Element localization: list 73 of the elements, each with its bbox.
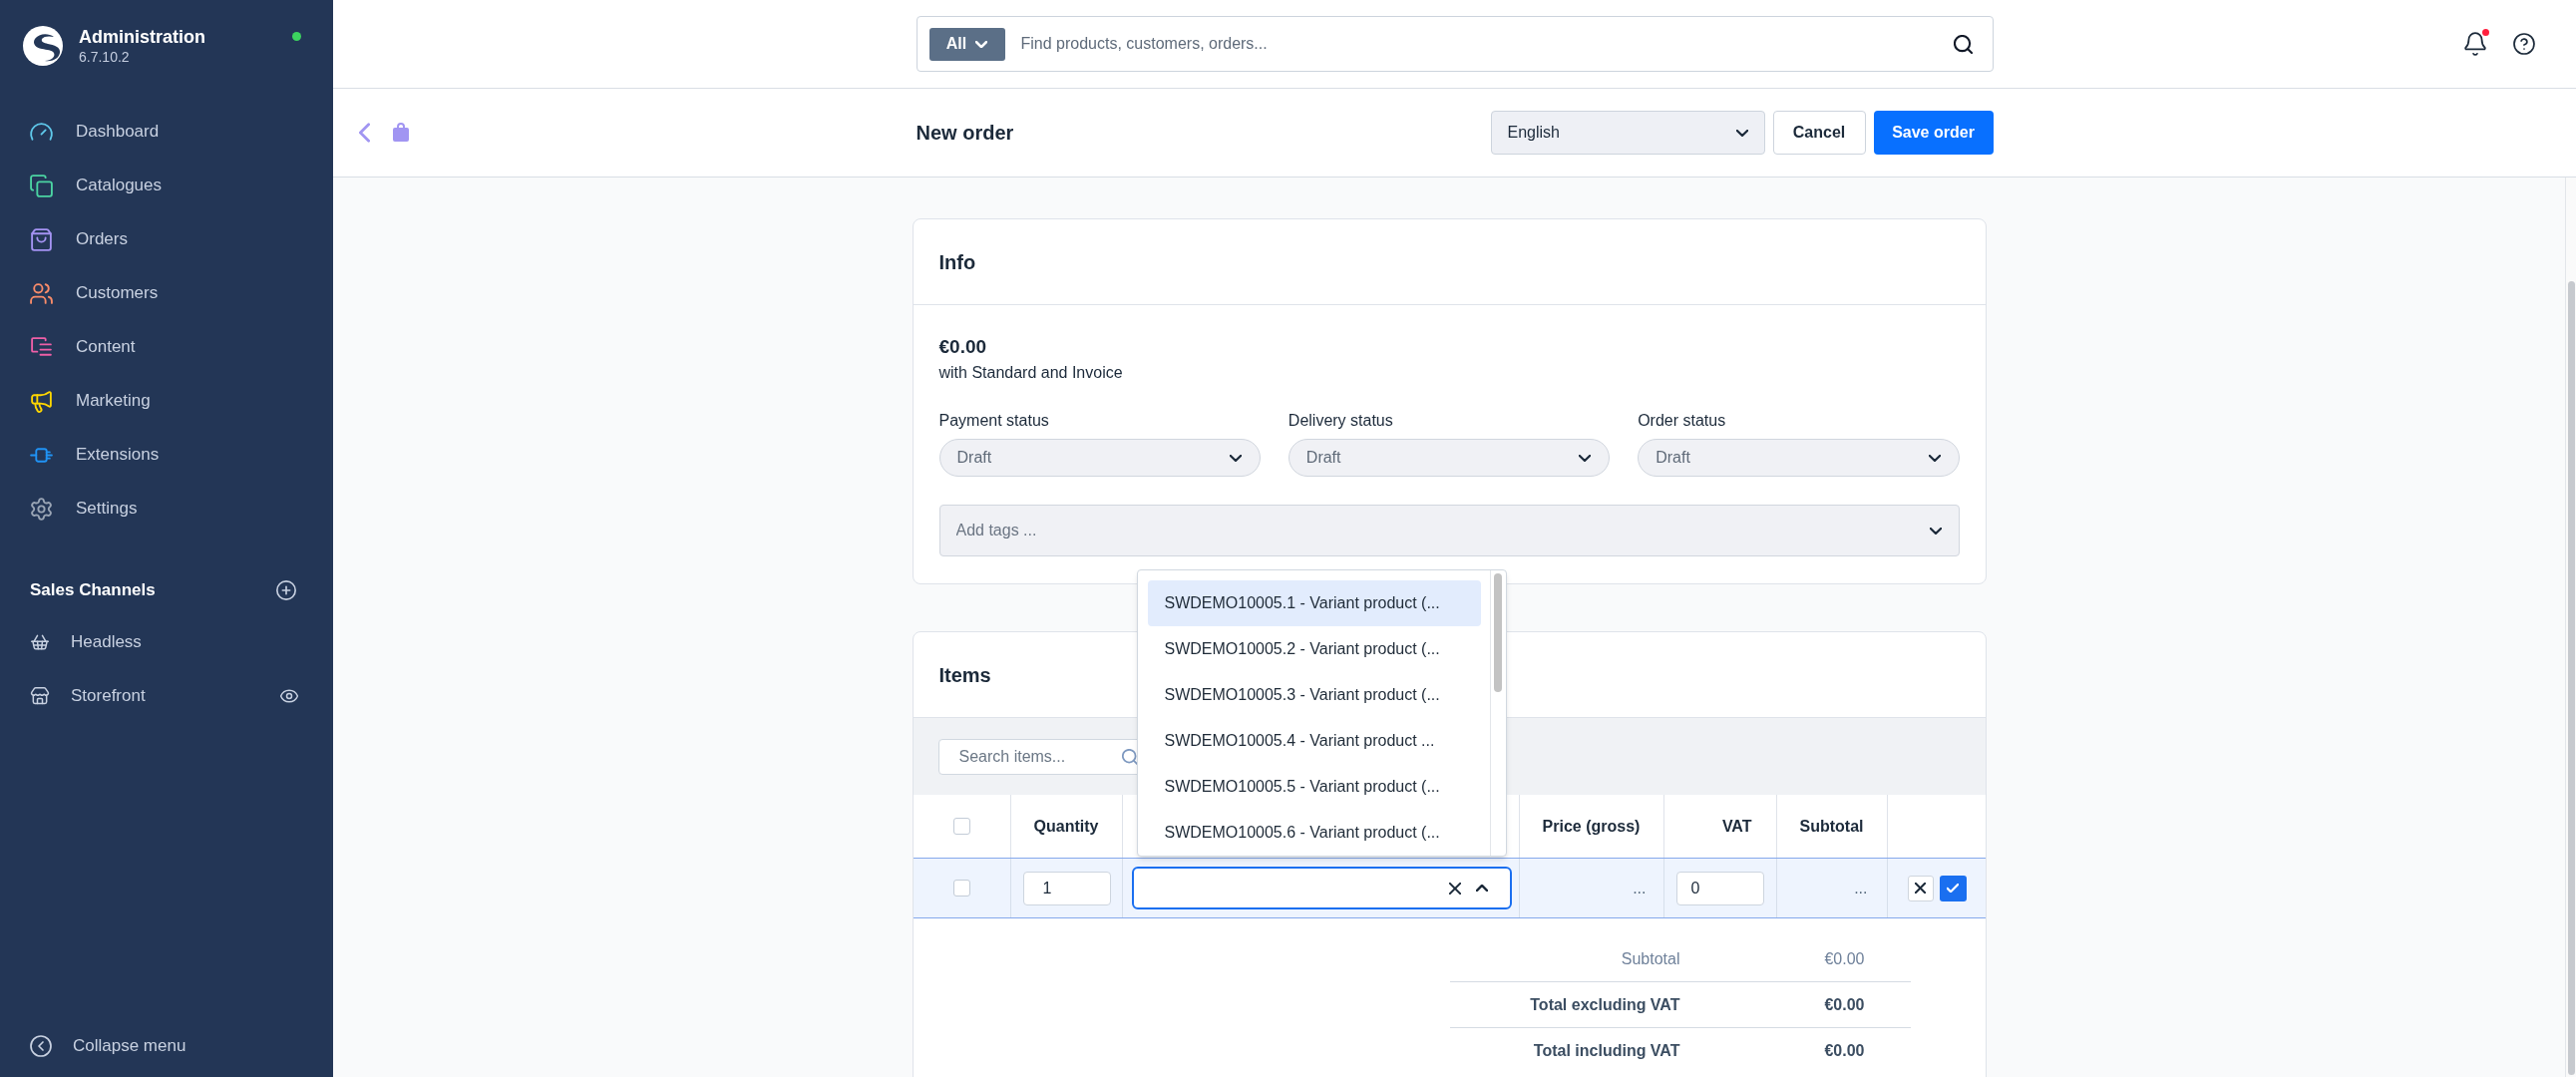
app-title: Administration <box>79 26 205 48</box>
channel-item[interactable]: Storefront <box>0 669 333 723</box>
nav-item[interactable]: Customers <box>0 266 333 320</box>
order-summary: with Standard and Invoice <box>938 363 1123 383</box>
x-icon[interactable] <box>1448 882 1461 895</box>
vat-field[interactable]: 0 <box>1675 871 1764 905</box>
store-icon <box>30 686 50 706</box>
card-title: Items <box>938 662 991 688</box>
search-input[interactable]: Find products, customers, orders... <box>1020 24 1942 64</box>
check-icon <box>1947 884 1959 893</box>
summary-label: Total including VAT <box>1533 1041 1680 1061</box>
field-label: Order status <box>1638 411 1726 431</box>
eye-icon[interactable] <box>279 686 299 706</box>
section-heading: Sales Channels <box>30 579 156 602</box>
scrollbar-thumb[interactable] <box>2567 281 2575 1075</box>
price-value: ... <box>1633 878 1647 898</box>
discard-button[interactable] <box>1907 875 1934 901</box>
cancel-button[interactable]: Cancel <box>1772 111 1866 155</box>
summary-value: €0.00 <box>1824 1041 1865 1061</box>
nav-item[interactable]: Catalogues <box>0 159 333 212</box>
summary-label: Subtotal <box>1621 948 1680 969</box>
confirm-button[interactable] <box>1939 875 1967 901</box>
nav-item[interactable]: Dashboard <box>0 105 333 159</box>
summary-label: Total excluding VAT <box>1530 994 1680 1015</box>
dropdown-option[interactable]: SWDEMO10005.1 - Variant product (... <box>1147 580 1481 626</box>
bell-icon[interactable] <box>2464 32 2486 56</box>
nav-item[interactable]: Marketing <box>0 374 333 428</box>
subtotal-value: ... <box>1854 878 1868 898</box>
summary-value: €0.00 <box>1824 948 1865 969</box>
chevron-down-icon <box>1735 129 1748 137</box>
back-icon[interactable] <box>359 123 370 143</box>
chevron-down-icon <box>1229 454 1242 462</box>
x-icon <box>1915 883 1926 894</box>
scope-button[interactable]: All <box>928 27 1005 61</box>
chevron-down-icon <box>975 40 988 48</box>
chevron-down-icon <box>1579 454 1592 462</box>
nav-item[interactable]: Extensions <box>0 428 333 482</box>
version-label: 6.7.10.2 <box>79 48 131 66</box>
save-button[interactable]: Save order <box>1873 111 1994 155</box>
nav-item[interactable]: Settings <box>0 482 333 536</box>
chevron-up-icon <box>1475 885 1488 892</box>
quantity-field[interactable]: 1 <box>1022 871 1111 905</box>
basket-icon <box>30 632 50 652</box>
add-icon[interactable] <box>275 579 297 601</box>
collapse-menu-link[interactable]: Collapse menu <box>0 1015 333 1077</box>
language-select[interactable]: English <box>1490 111 1765 155</box>
summary-value: €0.00 <box>1824 994 1865 1015</box>
chevron-circle-icon <box>30 1035 52 1057</box>
select-all-checkbox[interactable] <box>952 818 970 835</box>
channel-item[interactable]: Headless <box>0 615 333 669</box>
card-title: Info <box>938 249 976 275</box>
column-header: Quantity <box>1033 816 1099 837</box>
nav-item[interactable]: Content <box>0 320 333 374</box>
column-header: Price (gross) <box>1542 816 1641 837</box>
field-label: Delivery status <box>1288 411 1393 431</box>
field-label: Payment status <box>938 411 1049 431</box>
nav-item[interactable]: Orders <box>0 212 333 266</box>
bag-icon <box>392 123 410 143</box>
help-icon[interactable] <box>2513 33 2535 55</box>
row-checkbox[interactable] <box>952 880 970 897</box>
page-title: New order <box>916 121 1014 146</box>
logo-icon <box>23 26 63 66</box>
scrollbar-thumb[interactable] <box>1494 573 1502 692</box>
search-icon[interactable] <box>1953 34 1973 54</box>
column-header: Subtotal <box>1799 816 1864 837</box>
scrollbar[interactable] <box>2565 178 2576 1077</box>
chevron-down-icon <box>1928 454 1941 462</box>
chevron-down-icon <box>1929 527 1942 535</box>
order-total: €0.00 <box>938 335 987 359</box>
column-header: VAT <box>1721 816 1752 837</box>
product-select[interactable] <box>1131 867 1512 909</box>
search-bar[interactable]: All Find products, customers, orders... <box>916 16 1994 72</box>
search-icon <box>1121 748 1138 765</box>
